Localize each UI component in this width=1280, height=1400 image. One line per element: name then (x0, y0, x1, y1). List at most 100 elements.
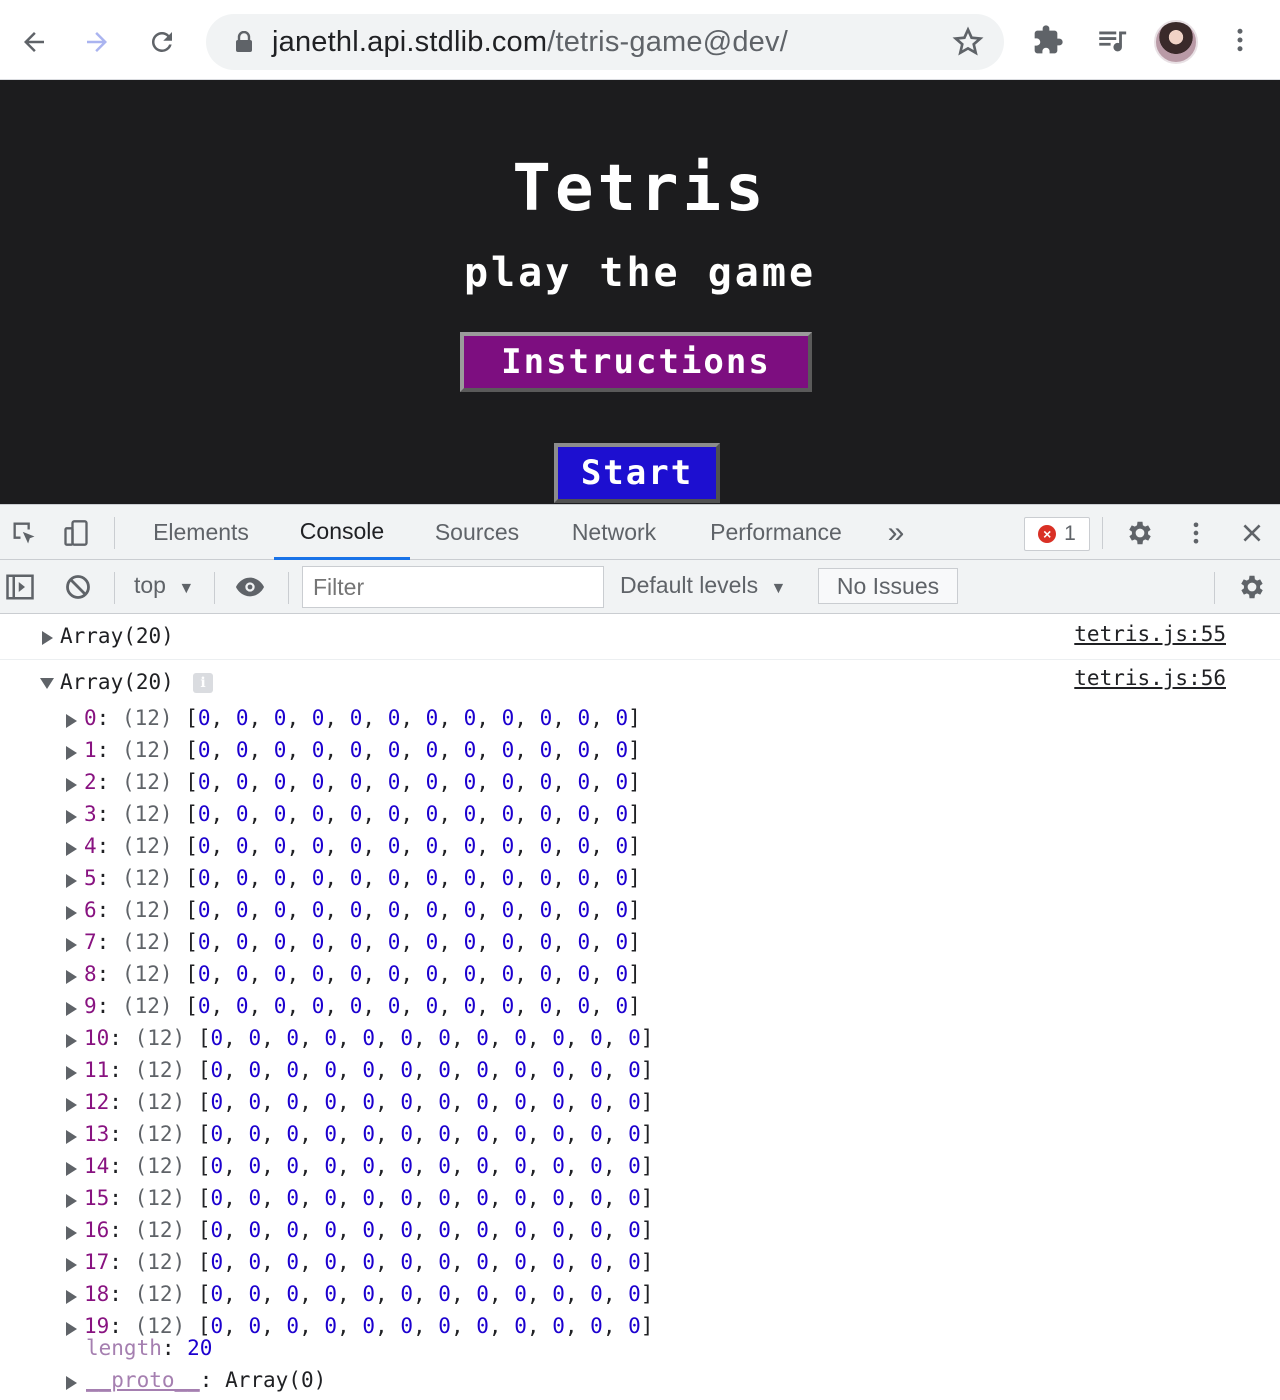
info-icon[interactable]: i (193, 673, 213, 693)
expand-triangle-icon[interactable] (66, 1098, 77, 1112)
row-index: 19 (84, 1314, 110, 1338)
source-link[interactable]: tetris.js:56 (1074, 666, 1226, 690)
array-row[interactable]: 11: (12) [0, 0, 0, 0, 0, 0, 0, 0, 0, 0, … (84, 1058, 653, 1090)
array-label[interactable]: Array(20) (60, 670, 174, 694)
proto-property[interactable]: __proto__: Array(0) (86, 1368, 326, 1400)
browser-toolbar: janethl.api.stdlib.com/tetris-game@dev/ (0, 0, 1280, 80)
context-select[interactable]: top ▼ (134, 572, 194, 599)
expand-triangle-icon[interactable] (66, 842, 77, 856)
expand-triangle-icon[interactable] (66, 1130, 77, 1144)
tab-console[interactable]: Console (274, 505, 410, 560)
row-values: [0, 0, 0, 0, 0, 0, 0, 0, 0, 0, 0, 0] (185, 962, 641, 986)
more-tabs-chevron-icon[interactable]: » (876, 505, 916, 560)
expand-triangle-icon[interactable] (42, 631, 53, 645)
array-row[interactable]: 7: (12) [0, 0, 0, 0, 0, 0, 0, 0, 0, 0, 0… (84, 930, 641, 962)
expand-triangle-icon[interactable] (66, 1226, 77, 1240)
expand-triangle-icon[interactable] (66, 970, 77, 984)
forward-arrow-icon[interactable] (75, 20, 119, 64)
expand-triangle-icon[interactable] (66, 746, 77, 760)
issues-button[interactable]: No Issues (818, 568, 958, 604)
source-link[interactable]: tetris.js:55 (1074, 622, 1226, 646)
expand-triangle-icon[interactable] (66, 810, 77, 824)
expand-triangle-icon[interactable] (66, 1034, 77, 1048)
live-expression-eye-icon[interactable] (234, 571, 266, 603)
expand-triangle-icon[interactable] (66, 1002, 77, 1016)
array-row[interactable]: 2: (12) [0, 0, 0, 0, 0, 0, 0, 0, 0, 0, 0… (84, 770, 641, 802)
row-index: 0 (84, 706, 97, 730)
reload-icon[interactable] (140, 20, 184, 64)
bookmark-star-icon[interactable] (952, 26, 984, 58)
expand-triangle-icon[interactable] (66, 1376, 77, 1390)
row-values: [0, 0, 0, 0, 0, 0, 0, 0, 0, 0, 0, 0] (197, 1154, 654, 1178)
game-page: Tetris play the game Instructions Start (0, 80, 1280, 504)
tab-network[interactable]: Network (552, 505, 676, 560)
expand-triangle-icon[interactable] (66, 1066, 77, 1080)
array-row[interactable]: 16: (12) [0, 0, 0, 0, 0, 0, 0, 0, 0, 0, … (84, 1218, 653, 1250)
toolbar-divider (1214, 572, 1215, 604)
array-row[interactable]: 13: (12) [0, 0, 0, 0, 0, 0, 0, 0, 0, 0, … (84, 1122, 653, 1154)
row-index: 6 (84, 898, 97, 922)
array-row[interactable]: 8: (12) [0, 0, 0, 0, 0, 0, 0, 0, 0, 0, 0… (84, 962, 641, 994)
game-subtitle: play the game (463, 250, 817, 296)
expand-triangle-icon[interactable] (66, 906, 77, 920)
expand-triangle-icon[interactable] (66, 714, 77, 728)
array-row[interactable]: 18: (12) [0, 0, 0, 0, 0, 0, 0, 0, 0, 0, … (84, 1282, 653, 1314)
expand-triangle-icon[interactable] (66, 778, 77, 792)
device-toolbar-icon[interactable] (60, 517, 92, 549)
expand-triangle-icon[interactable] (66, 1162, 77, 1176)
media-queue-icon[interactable] (1094, 22, 1130, 58)
array-row[interactable]: 4: (12) [0, 0, 0, 0, 0, 0, 0, 0, 0, 0, 0… (84, 834, 641, 866)
expand-triangle-icon[interactable] (66, 874, 77, 888)
row-values: [0, 0, 0, 0, 0, 0, 0, 0, 0, 0, 0, 0] (197, 1314, 654, 1338)
row-index: 15 (84, 1186, 110, 1210)
array-row[interactable]: 3: (12) [0, 0, 0, 0, 0, 0, 0, 0, 0, 0, 0… (84, 802, 641, 834)
array-row[interactable]: 17: (12) [0, 0, 0, 0, 0, 0, 0, 0, 0, 0, … (84, 1250, 653, 1282)
close-devtools-icon[interactable] (1236, 517, 1268, 549)
instructions-button[interactable]: Instructions (460, 332, 812, 392)
address-bar[interactable]: janethl.api.stdlib.com/tetris-game@dev/ (206, 14, 1004, 70)
extensions-puzzle-icon[interactable] (1030, 22, 1066, 58)
array-row[interactable]: 1: (12) [0, 0, 0, 0, 0, 0, 0, 0, 0, 0, 0… (84, 738, 641, 770)
row-length: (12) (134, 1058, 186, 1082)
inspect-element-icon[interactable] (8, 517, 40, 549)
array-row[interactable]: 12: (12) [0, 0, 0, 0, 0, 0, 0, 0, 0, 0, … (84, 1090, 653, 1122)
array-row[interactable]: 9: (12) [0, 0, 0, 0, 0, 0, 0, 0, 0, 0, 0… (84, 994, 641, 1026)
url-text[interactable]: janethl.api.stdlib.com/tetris-game@dev/ (272, 26, 788, 59)
row-values: [0, 0, 0, 0, 0, 0, 0, 0, 0, 0, 0, 0] (185, 802, 641, 826)
log-levels-value: Default levels (620, 572, 759, 598)
devtools-menu-kebab-icon[interactable] (1180, 517, 1212, 549)
row-length: (12) (121, 866, 173, 890)
expand-triangle-icon[interactable] (66, 1194, 77, 1208)
clear-console-icon[interactable] (62, 571, 94, 603)
url-path: /tetris-game@dev/ (547, 26, 788, 58)
tab-sources[interactable]: Sources (418, 505, 536, 560)
browser-menu-kebab-icon[interactable] (1222, 22, 1258, 58)
tab-performance[interactable]: Performance (692, 505, 860, 560)
expand-triangle-icon[interactable] (66, 1258, 77, 1272)
array-label[interactable]: Array(20) (60, 624, 174, 648)
back-arrow-icon[interactable] (12, 20, 56, 64)
expand-triangle-icon[interactable] (66, 938, 77, 952)
lock-icon[interactable] (234, 31, 254, 53)
row-length: (12) (134, 1314, 186, 1338)
sidebar-toggle-icon[interactable] (4, 571, 36, 603)
array-row[interactable]: 15: (12) [0, 0, 0, 0, 0, 0, 0, 0, 0, 0, … (84, 1186, 653, 1218)
array-row[interactable]: 5: (12) [0, 0, 0, 0, 0, 0, 0, 0, 0, 0, 0… (84, 866, 641, 898)
array-row[interactable]: 10: (12) [0, 0, 0, 0, 0, 0, 0, 0, 0, 0, … (84, 1026, 653, 1058)
console-toolbar: top ▼ Default levels ▼ No Issues (0, 560, 1280, 614)
start-button[interactable]: Start (554, 443, 720, 503)
collapse-triangle-icon[interactable] (40, 678, 54, 689)
array-row[interactable]: 14: (12) [0, 0, 0, 0, 0, 0, 0, 0, 0, 0, … (84, 1154, 653, 1186)
console-settings-gear-icon[interactable] (1236, 571, 1268, 603)
filter-input[interactable] (302, 566, 604, 608)
row-length: (12) (121, 930, 173, 954)
profile-avatar[interactable] (1154, 20, 1198, 64)
error-count-badge[interactable]: × 1 (1024, 517, 1090, 551)
log-levels-select[interactable]: Default levels ▼ (620, 572, 786, 599)
settings-gear-icon[interactable] (1124, 517, 1156, 549)
array-row[interactable]: 0: (12) [0, 0, 0, 0, 0, 0, 0, 0, 0, 0, 0… (84, 706, 641, 738)
array-row[interactable]: 6: (12) [0, 0, 0, 0, 0, 0, 0, 0, 0, 0, 0… (84, 898, 641, 930)
expand-triangle-icon[interactable] (66, 1322, 77, 1336)
expand-triangle-icon[interactable] (66, 1290, 77, 1304)
tab-elements[interactable]: Elements (136, 505, 266, 560)
